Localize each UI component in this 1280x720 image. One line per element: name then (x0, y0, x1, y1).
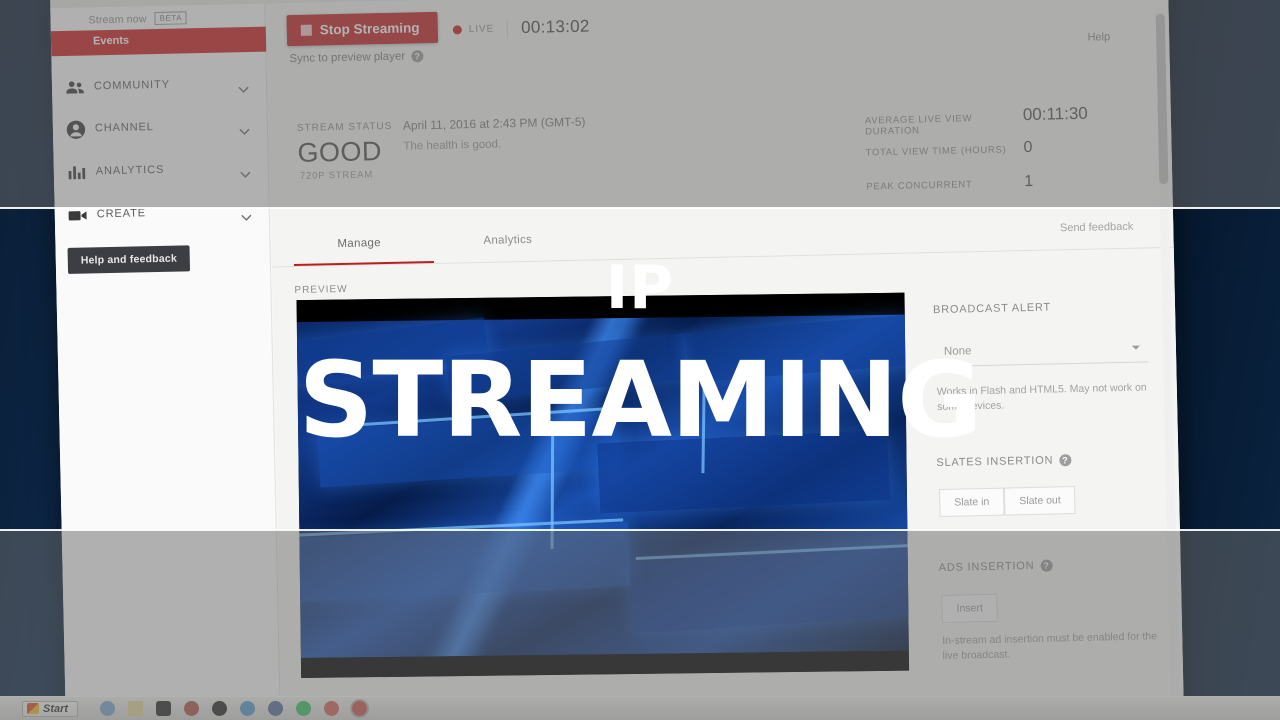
overlay-title-line1: IP (605, 253, 675, 323)
overlay-title-line2: STREAMING (298, 339, 982, 461)
desktop-photo: Stream now BETA Events COMMUNITY (0, 0, 1280, 720)
slate-in-button[interactable]: Slate in (938, 487, 1005, 518)
chevron-down-icon (241, 208, 252, 221)
slate-out-button[interactable]: Slate out (1003, 486, 1077, 516)
slates-buttons: Slate in Slate out (938, 486, 1077, 518)
band-divider-bottom (0, 529, 1280, 531)
help-circle-icon[interactable]: ? (1059, 454, 1072, 467)
letterbox-band-bottom (0, 530, 1280, 720)
tab-manage[interactable]: Manage (337, 237, 381, 250)
band-divider-top (0, 207, 1280, 209)
letterbox-band-top (0, 0, 1280, 208)
send-feedback-link[interactable]: Send feedback (1060, 221, 1134, 235)
tab-analytics[interactable]: Analytics (483, 234, 532, 247)
sidebar-item-label: CREATE (96, 207, 147, 221)
